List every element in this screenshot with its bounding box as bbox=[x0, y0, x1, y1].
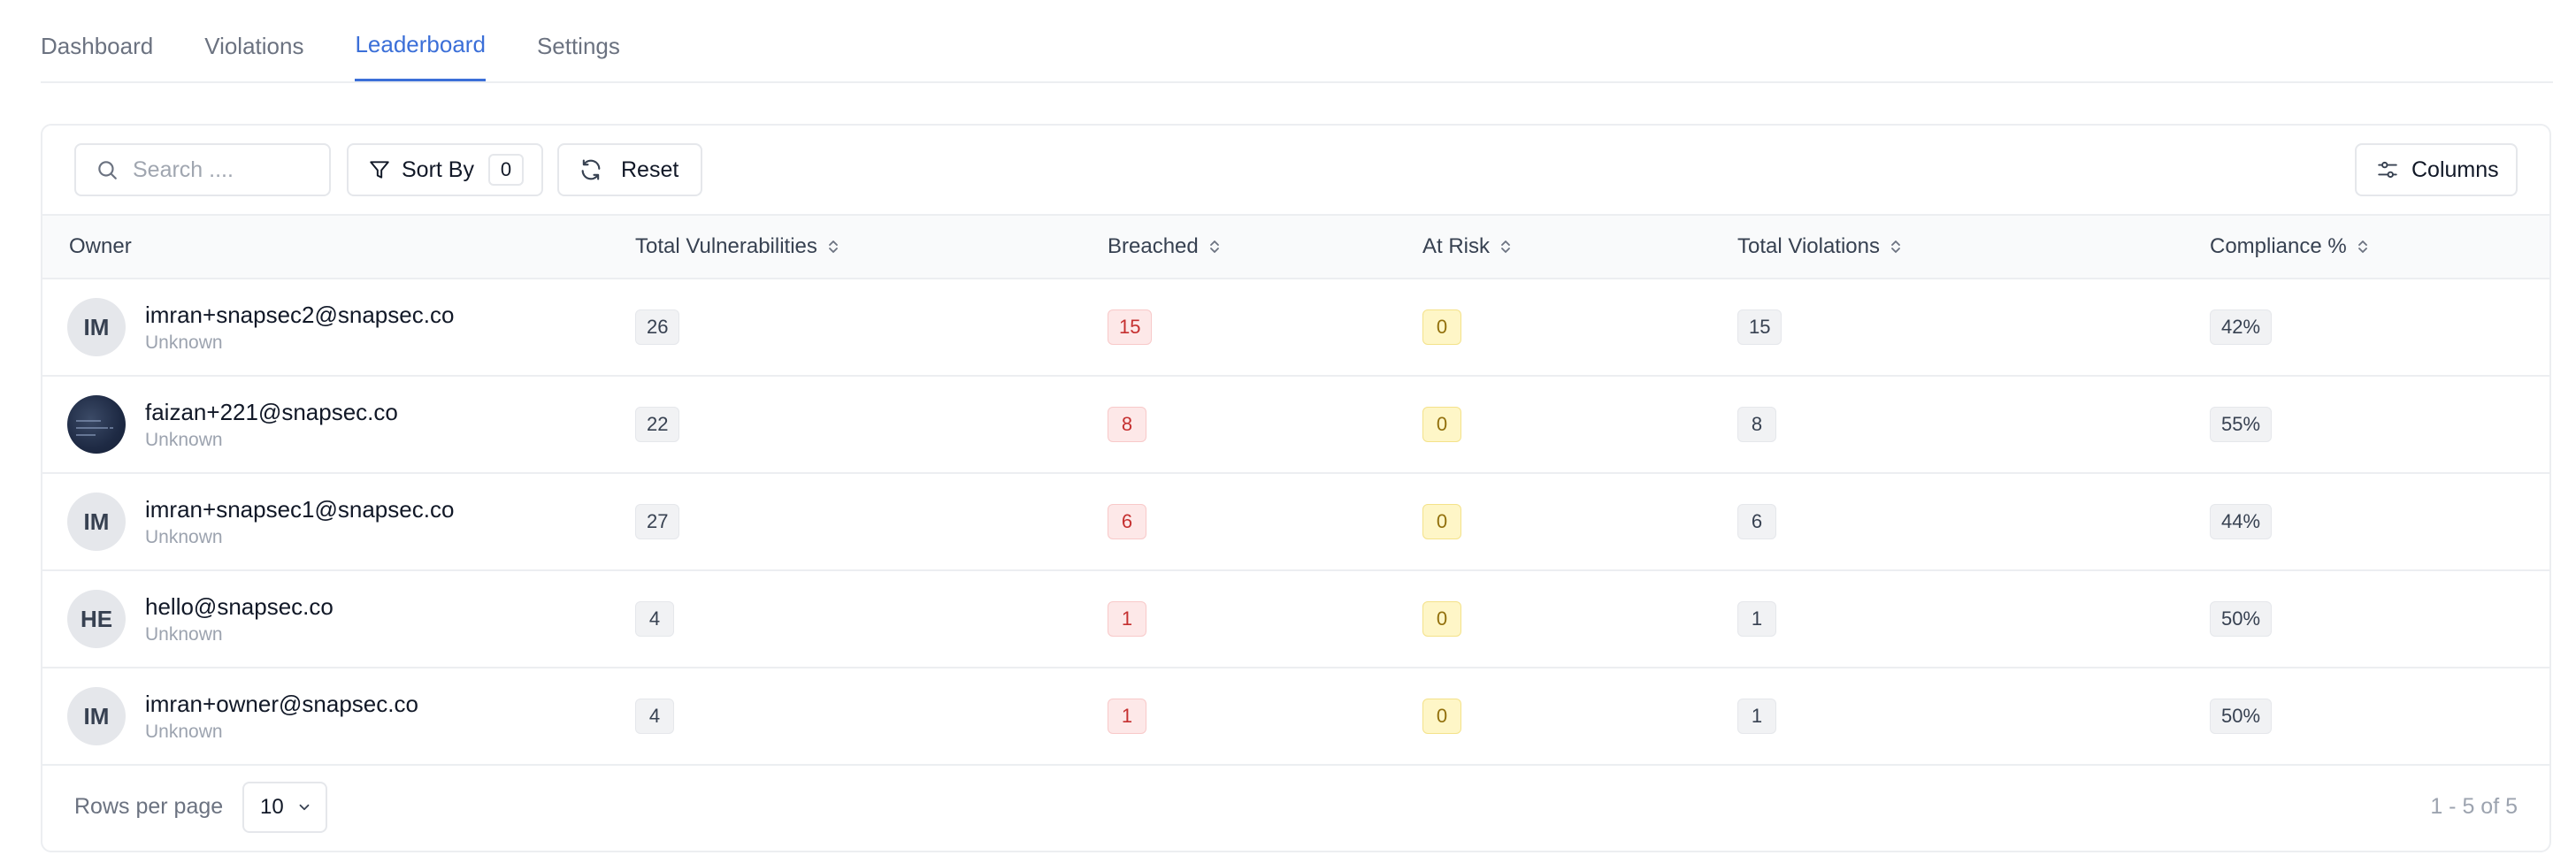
leaderboard-page: Dashboard Violations Leaderboard Setting… bbox=[0, 0, 2576, 863]
table-footer: Rows per page 10 1 - 5 of 5 bbox=[42, 762, 2549, 851]
owner-subtitle: Unknown bbox=[145, 721, 223, 742]
violations-count: 8 bbox=[1737, 407, 1776, 442]
breached-badge: 15 bbox=[1108, 309, 1153, 345]
table-row[interactable]: HE hello@snapsec.co Unknown 4 1 0 1 50% bbox=[42, 571, 2549, 668]
column-compliance[interactable]: Compliance % bbox=[2210, 216, 2370, 278]
at-risk-badge: 0 bbox=[1422, 309, 1461, 345]
chevron-down-icon bbox=[296, 799, 312, 815]
compliance-badge: 50% bbox=[2210, 699, 2273, 734]
vulnerabilities-count: 4 bbox=[635, 699, 674, 734]
avatar: IM bbox=[67, 493, 126, 551]
violations-count: 15 bbox=[1737, 309, 1782, 345]
filter-icon bbox=[368, 158, 391, 181]
owner-subtitle: Unknown bbox=[145, 526, 223, 547]
vulnerabilities-count: 26 bbox=[635, 309, 680, 345]
compliance-badge: 44% bbox=[2210, 504, 2273, 539]
owner-email: imran+snapsec1@snapsec.co bbox=[145, 495, 455, 523]
search-box[interactable]: Search .... bbox=[74, 143, 331, 196]
owner-subtitle: Unknown bbox=[145, 332, 223, 353]
table-row[interactable]: IM imran+snapsec2@snapsec.co Unknown 26 1… bbox=[42, 279, 2549, 377]
tab-leaderboard[interactable]: Leaderboard bbox=[355, 0, 486, 81]
table-row[interactable]: faizan+221@snapsec.co Unknown 22 8 0 8 55… bbox=[42, 377, 2549, 474]
tab-bar: Dashboard Violations Leaderboard Setting… bbox=[41, 0, 2553, 83]
search-input[interactable]: Search .... bbox=[133, 157, 234, 183]
sort-count-badge: 0 bbox=[487, 154, 524, 186]
owner-subtitle: Unknown bbox=[145, 623, 223, 645]
sort-icon[interactable] bbox=[1208, 238, 1222, 256]
owner-subtitle: Unknown bbox=[145, 429, 223, 450]
at-risk-badge: 0 bbox=[1422, 601, 1461, 637]
columns-label: Columns bbox=[2411, 157, 2499, 182]
reset-label: Reset bbox=[621, 157, 679, 182]
at-risk-badge: 0 bbox=[1422, 407, 1461, 442]
leaderboard-card: Search .... Sort By 0 Reset Columns Owne… bbox=[41, 124, 2551, 852]
compliance-badge: 42% bbox=[2210, 309, 2273, 345]
rows-per-page-select[interactable]: 10 bbox=[242, 782, 327, 833]
avatar: IM bbox=[67, 687, 126, 745]
column-at-risk[interactable]: At Risk bbox=[1422, 216, 1513, 278]
rows-per-page-label: Rows per page bbox=[74, 793, 224, 819]
vulnerabilities-count: 4 bbox=[635, 601, 674, 637]
violations-count: 1 bbox=[1737, 601, 1776, 637]
owner-email: imran+snapsec2@snapsec.co bbox=[145, 301, 455, 328]
column-total-violations[interactable]: Total Violations bbox=[1737, 216, 1903, 278]
violations-count: 6 bbox=[1737, 504, 1776, 539]
column-total-vulnerabilities[interactable]: Total Vulnerabilities bbox=[635, 216, 840, 278]
sort-icon[interactable] bbox=[1889, 238, 1903, 256]
columns-button[interactable]: Columns bbox=[2355, 143, 2518, 196]
column-breached[interactable]: Breached bbox=[1108, 216, 1222, 278]
table-toolbar: Search .... Sort By 0 Reset Columns bbox=[42, 126, 2549, 214]
at-risk-badge: 0 bbox=[1422, 504, 1461, 539]
sort-icon[interactable] bbox=[826, 238, 840, 256]
owner-email: hello@snapsec.co bbox=[145, 592, 334, 620]
compliance-badge: 55% bbox=[2210, 407, 2273, 442]
avatar: HE bbox=[67, 590, 126, 648]
table-row[interactable]: IM imran+owner@snapsec.co Unknown 4 1 0 1… bbox=[42, 668, 2549, 766]
owner-email: faizan+221@snapsec.co bbox=[145, 398, 398, 425]
search-icon bbox=[96, 158, 119, 181]
tab-settings[interactable]: Settings bbox=[537, 0, 620, 81]
breached-badge: 1 bbox=[1108, 601, 1146, 637]
violations-count: 1 bbox=[1737, 699, 1776, 734]
column-owner: Owner bbox=[69, 234, 132, 258]
table-row[interactable]: IM imran+snapsec1@snapsec.co Unknown 27 6… bbox=[42, 474, 2549, 571]
table-header: Owner Total Vulnerabilities Breached At … bbox=[42, 214, 2549, 279]
vulnerabilities-count: 22 bbox=[635, 407, 680, 442]
sort-by-label: Sort By bbox=[402, 157, 474, 182]
sliders-icon bbox=[2376, 158, 2399, 181]
owner-email: imran+owner@snapsec.co bbox=[145, 690, 418, 717]
avatar bbox=[67, 395, 126, 454]
breached-badge: 1 bbox=[1108, 699, 1146, 734]
at-risk-badge: 0 bbox=[1422, 699, 1461, 734]
breached-badge: 6 bbox=[1108, 504, 1146, 539]
sort-icon[interactable] bbox=[1499, 238, 1513, 256]
tab-dashboard[interactable]: Dashboard bbox=[41, 0, 153, 81]
refresh-icon bbox=[579, 157, 603, 182]
reset-button[interactable]: Reset bbox=[557, 143, 702, 196]
avatar: IM bbox=[67, 298, 126, 356]
tab-violations[interactable]: Violations bbox=[204, 0, 303, 81]
rows-per-page-value: 10 bbox=[260, 795, 284, 819]
compliance-badge: 50% bbox=[2210, 601, 2273, 637]
sort-icon[interactable] bbox=[2356, 238, 2370, 256]
sort-by-button[interactable]: Sort By 0 bbox=[347, 143, 543, 196]
pagination-info: 1 - 5 of 5 bbox=[2430, 793, 2518, 819]
vulnerabilities-count: 27 bbox=[635, 504, 680, 539]
breached-badge: 8 bbox=[1108, 407, 1146, 442]
